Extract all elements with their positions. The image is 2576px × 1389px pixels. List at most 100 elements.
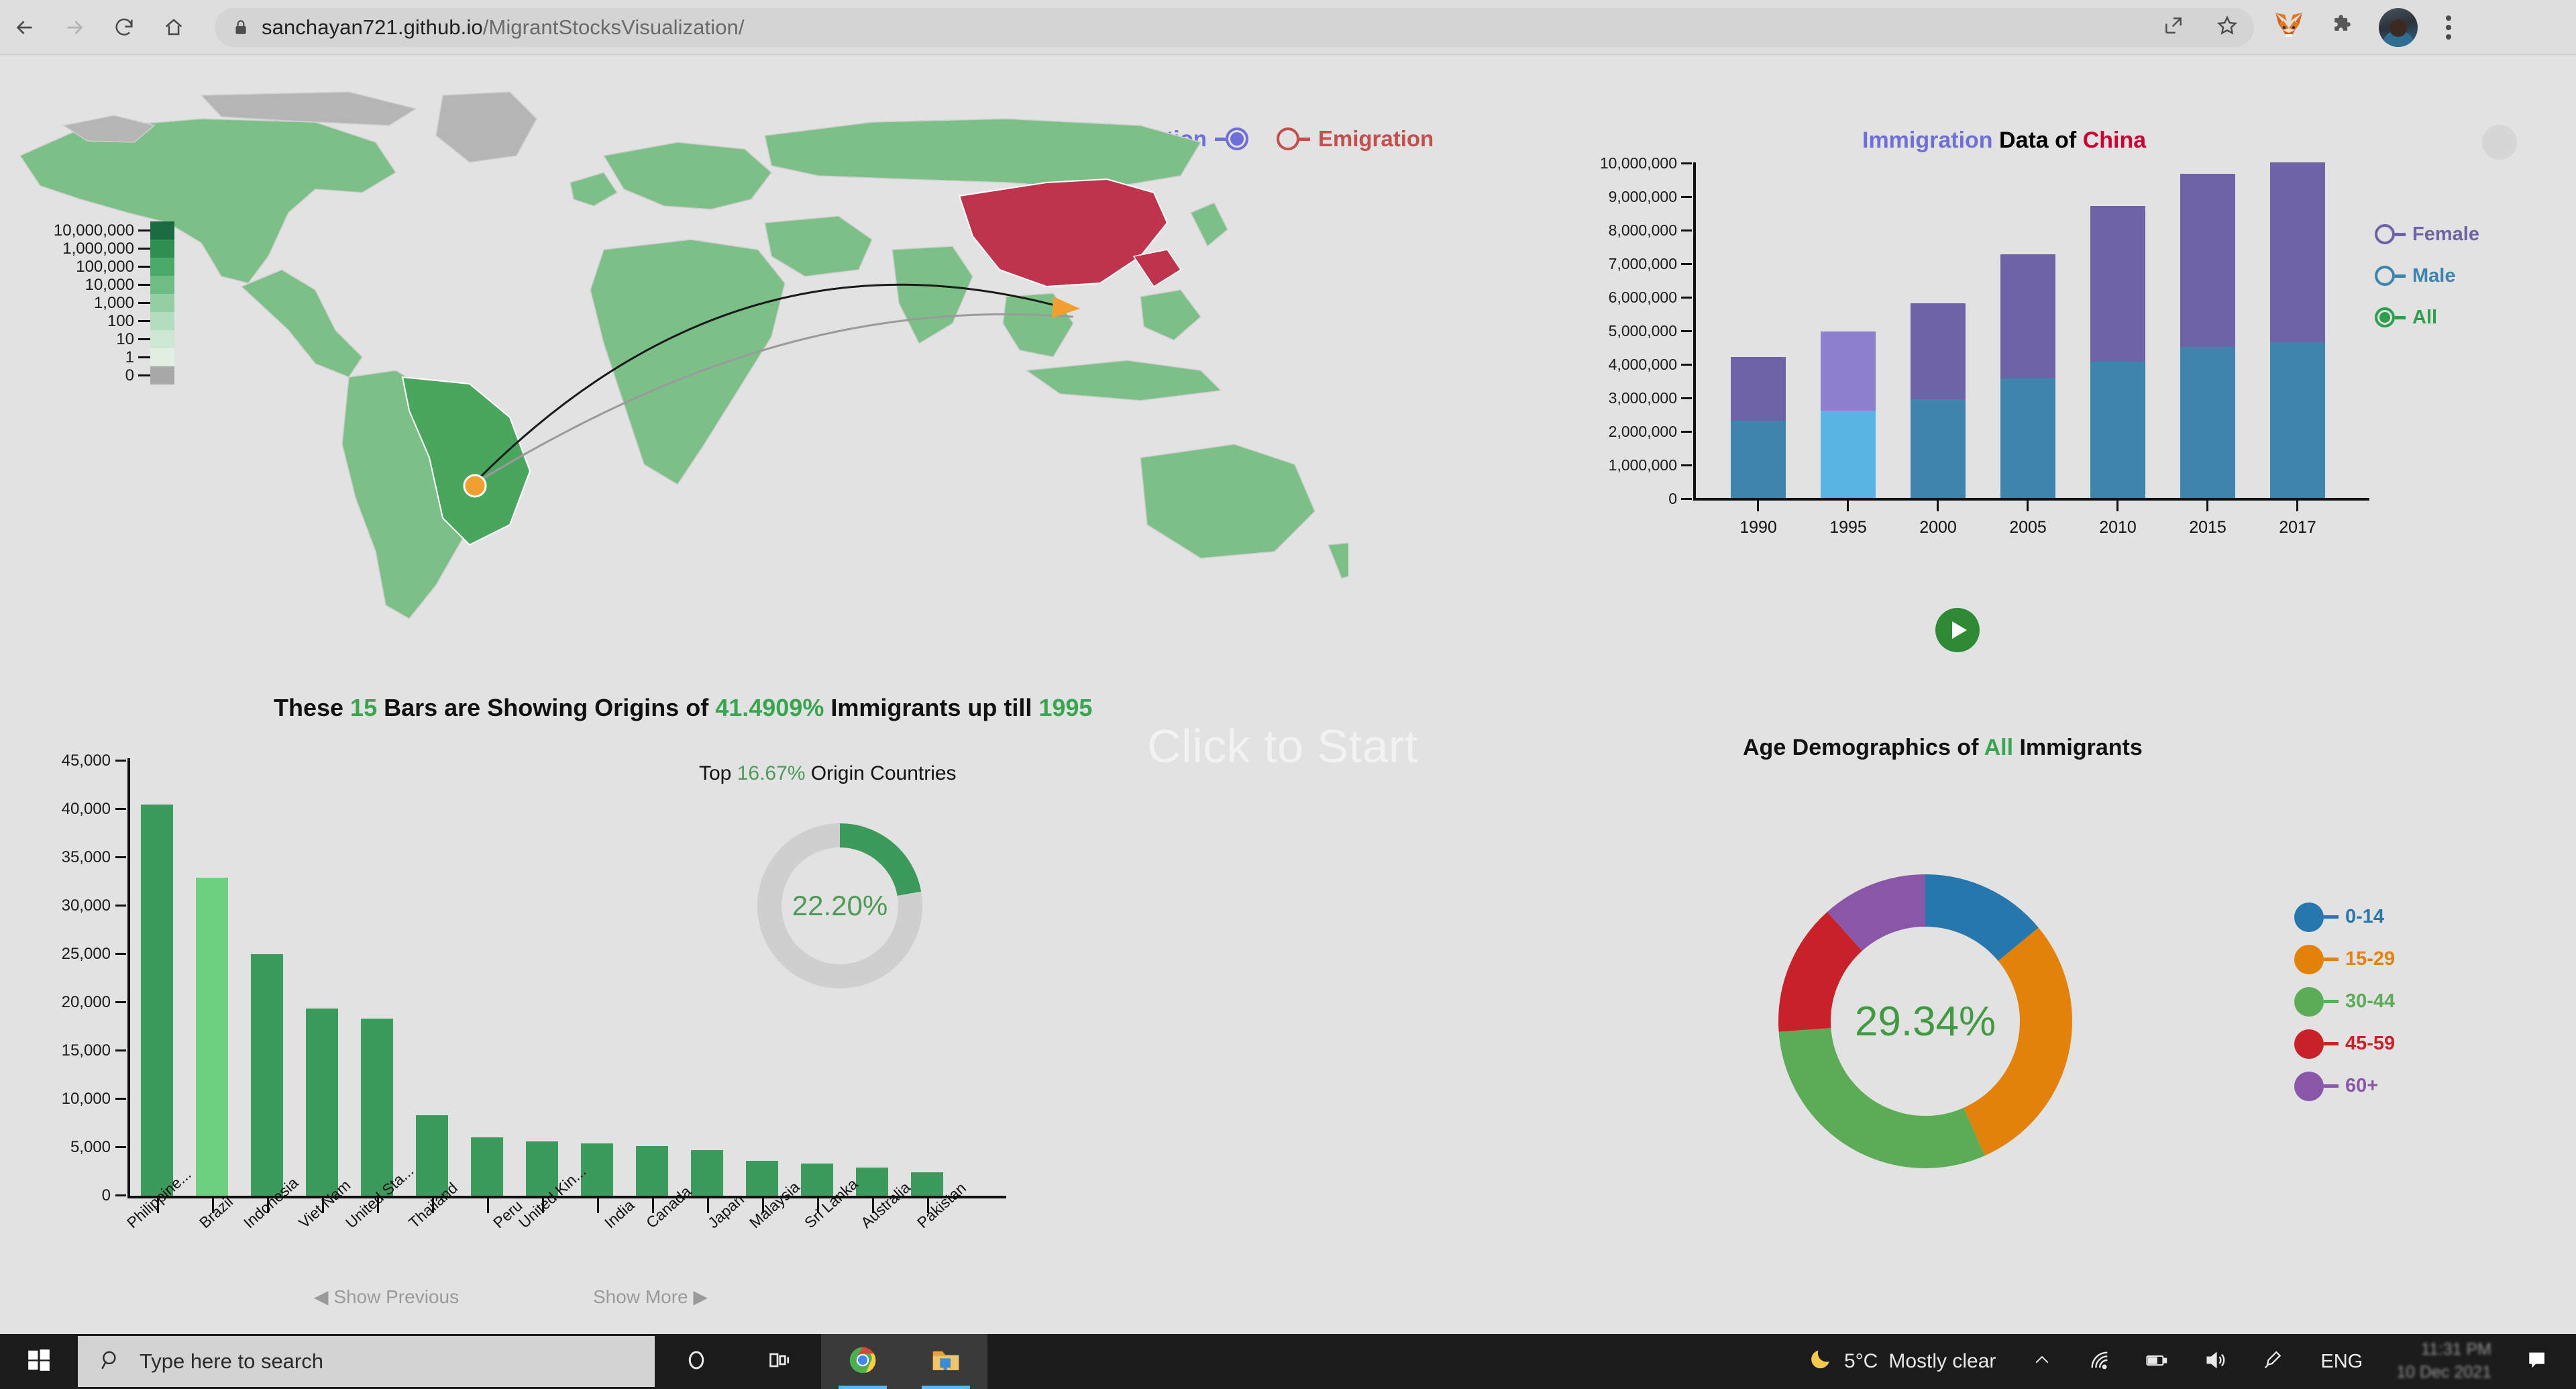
bar-canada[interactable] [636,1146,668,1196]
title-mid2: Immigrants up till [824,694,1038,721]
map-region-japan[interactable] [1191,203,1228,246]
age-legend-dot [2294,945,2324,974]
stacked-bar-2010[interactable] [2090,206,2145,498]
back-button[interactable] [0,3,50,52]
stacked-bar-2017[interactable] [2270,162,2325,498]
weather-temperature: 5°C [1844,1350,1878,1373]
age-legend-item-60-plus[interactable]: 60+ [2294,1065,2395,1107]
bar-united-states[interactable] [361,1019,393,1196]
legend-swatch [150,366,174,384]
map-region-europe[interactable] [604,142,771,209]
legend-item-female[interactable]: Female [2375,213,2479,255]
map-region-greenland[interactable] [436,92,537,162]
top-origin-gauge[interactable]: 22.20% [753,819,927,993]
sbc-y-label: 6,000,000 [1536,289,1677,307]
age-legend-connector [2324,1084,2339,1088]
volume-button[interactable] [2186,1334,2244,1389]
taskbar-system-tray: 5°C Mostly clear ENG [1808,1334,2576,1389]
show-hidden-icons-button[interactable] [2013,1334,2071,1389]
extensions-button[interactable] [2316,3,2369,52]
pen-button[interactable] [2244,1334,2302,1389]
stacked-bar-2005[interactable] [2000,254,2055,498]
legend-item-male[interactable]: Male [2375,255,2479,297]
age-legend-item-30-44[interactable]: 30-44 [2294,980,2395,1023]
map-region-australia[interactable] [1140,444,1315,558]
map-region-new-zealand[interactable] [1328,542,1348,578]
play-animation-button[interactable] [1935,608,1980,652]
bar-brazil[interactable] [196,878,228,1196]
bar-australia[interactable] [856,1168,888,1196]
stacked-bar-2015[interactable] [2180,174,2235,498]
show-more-button[interactable]: Show More ▶ [593,1286,708,1308]
china-stacked-bar-chart[interactable]: 10,000,000 9,000,000 8,000,000 7,000,000… [1536,162,2408,605]
click-to-start-overlay[interactable]: Click to Start [1147,719,1418,773]
top-origin-percent: 16.67% [737,762,806,784]
reload-button[interactable] [99,3,149,52]
age-demographics-donut[interactable]: 29.34% [1758,854,2093,1189]
world-map-svg[interactable] [0,55,1348,646]
percent-value: 41.4909% [715,694,824,721]
y-axis-tick [115,1098,126,1100]
age-legend-item-45-59[interactable]: 45-59 [2294,1023,2395,1065]
share-button[interactable] [2147,8,2200,47]
legend-swatch [150,258,174,276]
sbc-x-label-2010: 2010 [2078,518,2158,537]
chrome-taskbar-button[interactable] [821,1334,904,1389]
taskbar-clock[interactable]: 11:31 PM 10 Dec 2021 [2381,1339,2506,1384]
world-map-panel[interactable]: 10,000,000 1,000,000 100,000 10,000 1,00… [0,55,1348,646]
metamask-extension-button[interactable] [2262,3,2316,52]
chrome-menu-button[interactable] [2427,3,2470,52]
home-icon [162,16,185,39]
stacked-bar-1995[interactable] [1821,331,1876,498]
map-region-uk[interactable] [570,172,617,206]
omnibox-actions [2147,8,2254,47]
start-button[interactable] [0,1334,78,1389]
segment-female [2090,206,2145,362]
origin-marker[interactable] [464,475,486,497]
bar-viet-nam[interactable] [306,1009,338,1196]
taskbar-search-box[interactable]: Type here to search [78,1336,655,1387]
map-region-middle-east[interactable] [765,216,872,276]
bar-japan[interactable] [691,1150,723,1196]
cortana-button[interactable] [655,1334,738,1389]
bookmark-button[interactable] [2200,8,2254,47]
map-region-africa[interactable] [590,240,785,484]
age-legend-item-15-29[interactable]: 15-29 [2294,938,2395,980]
map-region-indonesia[interactable] [1026,360,1221,401]
battery-button[interactable] [2129,1334,2186,1389]
home-button[interactable] [149,3,199,52]
sbc-x-label-1990: 1990 [1718,518,1799,537]
map-region-china-east[interactable] [1134,250,1181,287]
legend-item-all[interactable]: All [2375,297,2479,338]
forward-button[interactable] [50,3,99,52]
stacked-bar-2000[interactable] [1911,303,1966,498]
age-legend-item-0-14[interactable]: 0-14 [2294,896,2395,938]
legend-row: 1 [13,348,174,366]
network-button[interactable] [2071,1334,2129,1389]
weather-widget[interactable]: 5°C Mostly clear [1808,1346,1996,1377]
bar-malaysia[interactable] [746,1161,778,1196]
profile-avatar[interactable] [2379,8,2418,47]
language-indicator[interactable]: ENG [2302,1351,2381,1373]
map-region-china[interactable] [959,179,1167,287]
bar-pakistan[interactable] [911,1172,943,1196]
bar-peru[interactable] [471,1137,503,1196]
title-prefix: These [274,694,350,721]
address-bar[interactable]: sanchayan721.github.io/MigrantStocksVisu… [215,8,2254,47]
map-region-philippines[interactable] [1140,290,1201,340]
bar-indonesia[interactable] [251,954,283,1196]
bar-philippines[interactable] [141,805,173,1196]
show-previous-button[interactable]: ◀ Show Previous [314,1286,459,1308]
map-region-russia[interactable] [765,119,1201,189]
bar-india[interactable] [581,1143,613,1196]
notification-center-button[interactable] [2506,1334,2569,1389]
segment-male [1821,411,1876,498]
task-view-button[interactable] [738,1334,821,1389]
stacked-bar-1990[interactable] [1731,357,1786,498]
map-region-india[interactable] [892,246,973,344]
weather-description: Mostly clear [1888,1350,1996,1373]
bar-sri-lanka[interactable] [801,1164,833,1196]
pen-icon [2262,1349,2284,1374]
file-explorer-taskbar-button[interactable] [904,1334,987,1389]
map-region-central-america[interactable] [241,270,362,377]
